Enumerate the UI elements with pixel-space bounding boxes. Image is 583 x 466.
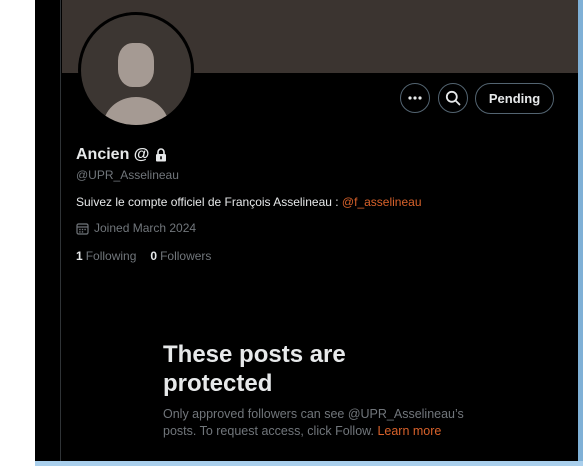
lock-icon (156, 148, 167, 162)
followers-link[interactable]: 0 Followers (150, 249, 211, 263)
left-gutter (0, 0, 35, 466)
bio-mention-link[interactable]: @f_asselineau (342, 195, 422, 209)
avatar[interactable] (78, 12, 194, 128)
profile-handle: @UPR_Asselineau (76, 168, 179, 182)
joined-date: Joined March 2024 (76, 221, 196, 235)
default-avatar-icon (81, 15, 191, 125)
protected-description: Only approved followers can see @UPR_Ass… (163, 406, 473, 440)
learn-more-link[interactable]: Learn more (377, 424, 441, 438)
search-button[interactable] (438, 83, 468, 113)
following-link[interactable]: 1 Following (76, 249, 136, 263)
follow-stats: 1 Following 0 Followers (76, 249, 211, 263)
window-edge (578, 0, 583, 466)
following-label: Following (85, 249, 137, 263)
following-count: 1 (76, 249, 83, 263)
joined-text: Joined March 2024 (94, 221, 197, 235)
profile-name-row: Ancien @ (76, 146, 167, 164)
search-icon (445, 90, 461, 106)
protected-title: These posts are protected (163, 341, 346, 397)
profile-name: Ancien @ (76, 146, 150, 163)
column-divider (60, 0, 61, 461)
more-button[interactable] (400, 83, 430, 113)
followers-label: Followers (160, 249, 212, 263)
bio-text: Suivez le compte officiel de François As… (76, 195, 342, 209)
more-horizontal-icon (408, 96, 422, 100)
followers-count: 0 (150, 249, 158, 263)
profile-bio: Suivez le compte officiel de François As… (76, 195, 422, 209)
profile-column: Pending Ancien @ @UPR_Asselineau Suivez … (35, 0, 578, 461)
pending-button[interactable]: Pending (475, 83, 554, 114)
calendar-icon (76, 222, 89, 235)
window-edge-bottom (35, 461, 583, 466)
